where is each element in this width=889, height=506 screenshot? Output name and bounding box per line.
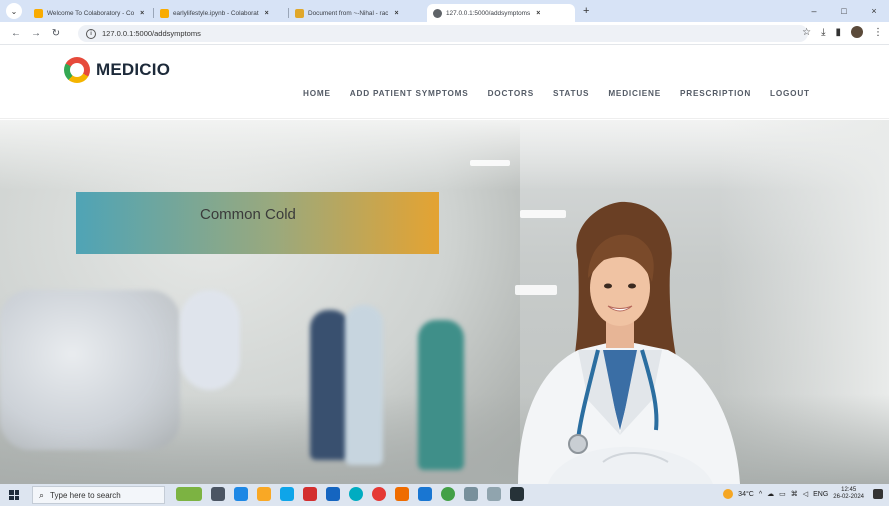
taskbar-pinned-apps <box>176 487 524 501</box>
tab-title: earlylifestyle.ipynb - Colaborat <box>173 9 259 17</box>
tab-close-icon[interactable]: × <box>394 10 398 17</box>
mcafee-icon[interactable] <box>303 487 317 501</box>
hero-section: Common Cold <box>0 120 889 484</box>
app-icon[interactable] <box>487 487 501 501</box>
tab-title: Welcome To Colaboratory - Co <box>47 9 135 17</box>
site-navbar: MEDICIO HOME ADD PATIENT SYMPTOMS DOCTOR… <box>0 45 889 119</box>
site-info-icon[interactable]: i <box>86 28 96 39</box>
windows-taskbar: ⌕ Type here to search 34°C ^ ☁ ▭ ⌘ ◁ ENG… <box>0 484 889 506</box>
profile-avatar[interactable] <box>851 26 863 38</box>
blurred-staff-figure <box>345 305 383 465</box>
browser-tab-active[interactable]: 127.0.0.1:5000/addsymptoms × <box>427 4 575 22</box>
cortana-icon[interactable] <box>349 487 363 501</box>
language-indicator[interactable]: ENG <box>813 491 828 498</box>
system-tray: 34°C ^ ☁ ▭ ⌘ ◁ ENG 12:45 26-02-2024 <box>723 487 883 501</box>
tab-close-icon[interactable]: × <box>265 10 269 17</box>
globe-favicon-icon <box>433 8 442 18</box>
close-window-icon[interactable]: × <box>859 6 889 16</box>
app-icon[interactable] <box>395 487 409 501</box>
maximize-icon[interactable]: □ <box>829 6 859 16</box>
widgets-icon[interactable] <box>176 487 202 501</box>
browser-menu-icon[interactable]: ⋮ <box>873 27 883 38</box>
nav-doctors[interactable]: DOCTORS <box>488 89 534 98</box>
main-menu: HOME ADD PATIENT SYMPTOMS DOCTORS STATUS… <box>303 89 829 98</box>
logo-text: MEDICIO <box>96 60 171 79</box>
window-controls: – □ × <box>799 0 889 22</box>
browser-tab-strip: ⌄ Welcome To Colaboratory - Co × earlyli… <box>0 0 889 22</box>
bookmark-star-icon[interactable]: ☆ <box>802 27 811 38</box>
colab-favicon-icon <box>160 8 169 18</box>
address-bar: ← → ↻ i 127.0.0.1:5000/addsymptoms ☆ ⤓ ▮… <box>0 22 889 45</box>
network-icon[interactable]: ⌘ <box>791 490 798 498</box>
doctor-image <box>518 201 740 484</box>
nav-add-patient-symptoms[interactable]: ADD PATIENT SYMPTOMS <box>350 89 469 98</box>
nav-prescription[interactable]: PRESCRIPTION <box>680 89 751 98</box>
tab-search-chevron-icon[interactable]: ⌄ <box>6 3 22 19</box>
cloud-icon[interactable]: ☁ <box>767 490 774 498</box>
notification-icon[interactable] <box>873 489 883 499</box>
windows-start-icon[interactable] <box>9 490 19 500</box>
volume-icon[interactable]: ◁ <box>803 490 808 498</box>
url-text: 127.0.0.1:5000/addsymptoms <box>102 29 201 38</box>
nav-logout[interactable]: LOGOUT <box>770 89 810 98</box>
search-icon: ⌕ <box>39 489 45 500</box>
back-arrow-icon[interactable]: ← <box>6 28 26 39</box>
browser-tab[interactable]: Welcome To Colaboratory - Co × <box>28 4 153 22</box>
app-icon[interactable] <box>464 487 478 501</box>
browser-tab[interactable]: Document from ~-Nihal - rac × <box>289 4 427 22</box>
weather-icon[interactable] <box>723 489 734 499</box>
minimize-icon[interactable]: – <box>799 6 829 16</box>
toolbar-actions: ☆ ⤓ ▮ ⋮ <box>802 26 883 38</box>
logo-ring-icon <box>64 57 90 83</box>
temperature[interactable]: 34°C <box>738 491 754 498</box>
browser-tab[interactable]: earlylifestyle.ipynb - Colaborat × <box>154 4 288 22</box>
side-panel-icon[interactable]: ▮ <box>835 27 841 38</box>
task-view-icon[interactable] <box>211 487 225 501</box>
linkedin-icon[interactable] <box>326 487 340 501</box>
clock[interactable]: 12:45 26-02-2024 <box>833 487 864 501</box>
taskbar-search-input[interactable]: ⌕ Type here to search <box>32 486 165 504</box>
clock-time: 12:45 <box>841 487 857 493</box>
app-icon[interactable] <box>510 487 524 501</box>
blurred-staff-figure <box>418 320 464 470</box>
gmail-favicon-icon <box>295 8 304 18</box>
blurred-staff-figure <box>310 310 350 460</box>
tab-title: 127.0.0.1:5000/addsymptoms <box>446 9 531 17</box>
new-tab-button[interactable]: + <box>583 5 589 17</box>
hospital-bed-blur <box>0 290 180 450</box>
clock-date: 26-02-2024 <box>833 494 864 500</box>
site-logo[interactable]: MEDICIO <box>64 57 170 83</box>
nav-status[interactable]: STATUS <box>553 89 589 98</box>
colab-favicon-icon <box>34 8 43 18</box>
download-icon[interactable]: ⤓ <box>821 27 825 38</box>
diagnosis-text: Common Cold <box>200 206 296 223</box>
diagnosis-banner: Common Cold <box>76 192 439 254</box>
app-store-icon[interactable] <box>234 487 248 501</box>
tray-chevron-icon[interactable]: ^ <box>759 491 762 498</box>
forward-arrow-icon[interactable]: → <box>26 28 46 39</box>
tab-close-icon[interactable]: × <box>536 10 540 17</box>
ceiling-light <box>470 160 510 166</box>
tab-title: Document from ~-Nihal - rac <box>308 9 389 17</box>
reload-icon[interactable]: ↻ <box>46 28 66 39</box>
opera-icon[interactable] <box>372 487 386 501</box>
nav-mediciene[interactable]: MEDICIENE <box>608 89 661 98</box>
nav-home[interactable]: HOME <box>303 89 331 98</box>
tab-close-icon[interactable]: × <box>140 10 144 17</box>
blurred-equipment <box>180 290 240 390</box>
battery-icon[interactable]: ▭ <box>779 490 786 498</box>
edge-icon[interactable] <box>280 487 294 501</box>
file-explorer-icon[interactable] <box>257 487 271 501</box>
store-icon[interactable] <box>418 487 432 501</box>
search-placeholder: Type here to search <box>50 490 121 500</box>
url-input[interactable]: i 127.0.0.1:5000/addsymptoms <box>78 25 808 42</box>
chrome-icon[interactable] <box>441 487 455 501</box>
